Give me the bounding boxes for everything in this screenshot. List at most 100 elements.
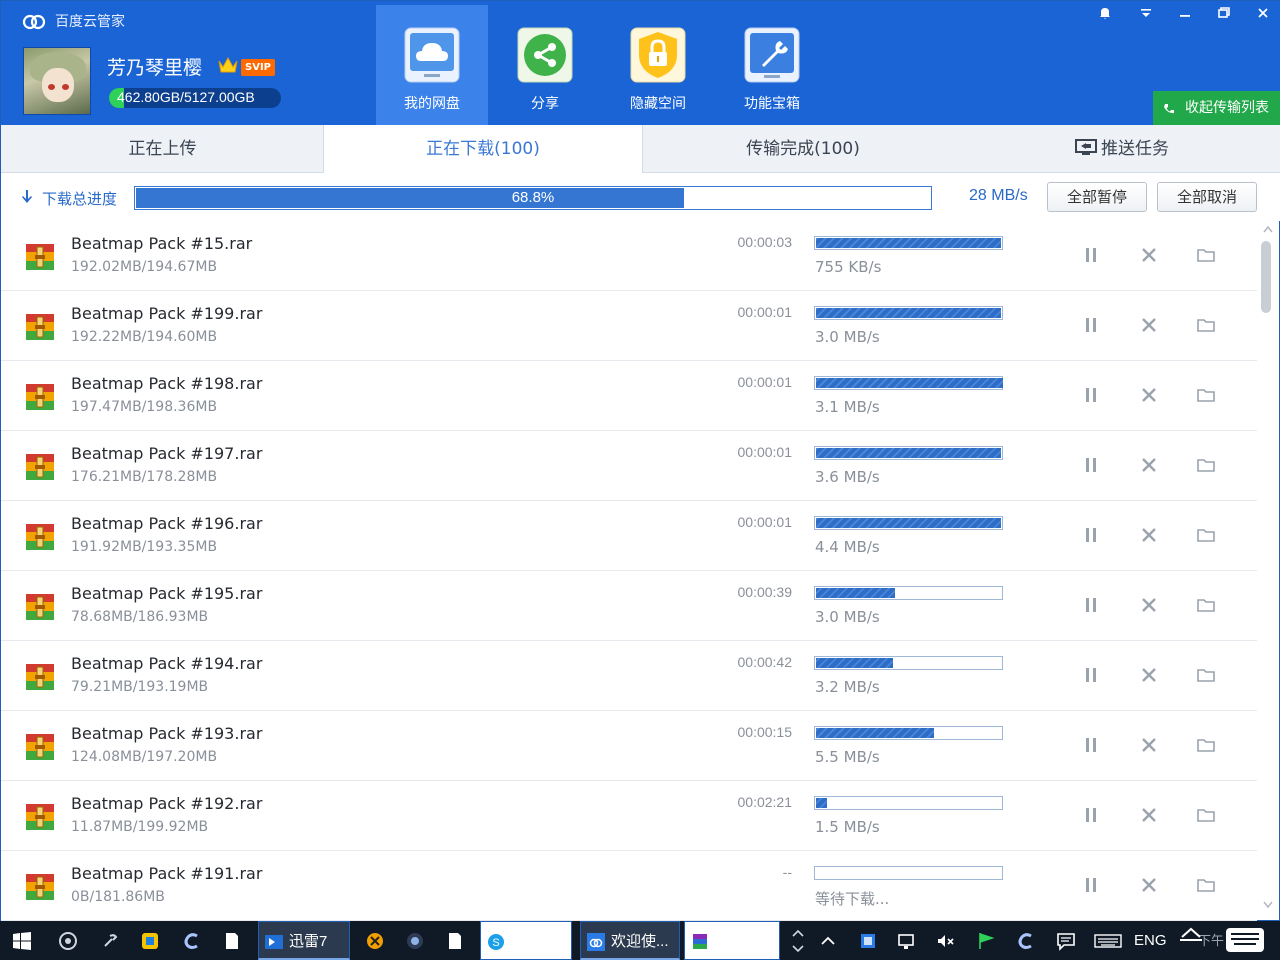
document-icon[interactable]	[445, 931, 465, 951]
file-icon[interactable]	[222, 931, 242, 951]
open-folder-icon[interactable]	[1196, 665, 1216, 685]
download-progress-bar	[814, 796, 1003, 810]
cancel-icon[interactable]	[1139, 385, 1159, 405]
tab-push-tasks-label: 推送任务	[1101, 139, 1169, 159]
download-row[interactable]: Beatmap Pack #197.rar 176.21MB/178.28MB …	[1, 431, 1257, 501]
download-progress-fill	[816, 378, 1003, 388]
download-progress-bar	[814, 376, 1003, 390]
open-folder-icon[interactable]	[1196, 735, 1216, 755]
baidu-cloud-small-icon[interactable]	[182, 931, 202, 951]
nav-tab-toolbox[interactable]: 功能宝箱	[716, 5, 828, 125]
cancel-icon[interactable]	[1139, 735, 1159, 755]
restore-icon[interactable]	[1206, 5, 1242, 27]
cancel-icon[interactable]	[1139, 875, 1159, 895]
baidu-cloud-app-icon	[587, 933, 605, 951]
clock-partial[interactable]: 下午	[1176, 921, 1224, 960]
collapse-transfer-list-button[interactable]: 收起传输列表	[1153, 91, 1280, 125]
taskbar-app-welcome[interactable]: 欢迎使...	[580, 921, 680, 960]
cancel-all-button[interactable]: 全部取消	[1157, 182, 1257, 212]
file-name: Beatmap Pack #191.rar	[71, 864, 263, 883]
pause-icon[interactable]	[1081, 245, 1101, 265]
pause-icon[interactable]	[1081, 385, 1101, 405]
nav-tab-my-drive[interactable]: 我的网盘	[376, 5, 488, 125]
cancel-icon[interactable]	[1139, 595, 1159, 615]
app-square-icon[interactable]	[140, 931, 160, 951]
download-progress-bar	[814, 586, 1003, 600]
taskbar-app-winrar[interactable]: WinRAR	[684, 921, 780, 960]
tab-downloading[interactable]: 正在下载(100)	[323, 125, 643, 174]
taskbar-app-xunlei[interactable]: 迅雷7	[258, 921, 350, 960]
action-center-icon[interactable]	[1056, 931, 1076, 951]
language-indicator[interactable]: ENG	[1134, 921, 1167, 960]
user-avatar[interactable]	[23, 47, 91, 115]
tab-completed[interactable]: 传输完成(100)	[643, 125, 963, 173]
network-icon[interactable]	[897, 931, 917, 951]
file-name: Beatmap Pack #198.rar	[71, 374, 263, 393]
taskbar-scroll-icon[interactable]	[788, 927, 808, 955]
flag-icon[interactable]	[976, 931, 996, 951]
tab-push-tasks[interactable]: 推送任务	[963, 125, 1280, 173]
open-folder-icon[interactable]	[1196, 525, 1216, 545]
open-folder-icon[interactable]	[1196, 245, 1216, 265]
windows-start-icon[interactable]	[12, 931, 32, 951]
pause-icon[interactable]	[1081, 805, 1101, 825]
nav-tab-hidden-space[interactable]: 隐藏空间	[602, 5, 714, 125]
game-icon[interactable]	[365, 931, 385, 951]
download-row[interactable]: Beatmap Pack #193.rar 124.08MB/197.20MB …	[1, 711, 1257, 781]
open-folder-icon[interactable]	[1196, 455, 1216, 475]
close-icon[interactable]	[1245, 5, 1280, 27]
open-folder-icon[interactable]	[1196, 595, 1216, 615]
volume-muted-icon[interactable]	[936, 931, 956, 951]
keyboard-icon[interactable]	[1094, 931, 1122, 951]
pause-all-button[interactable]: 全部暂停	[1047, 182, 1147, 212]
pause-icon[interactable]	[1081, 875, 1101, 895]
open-folder-icon[interactable]	[1196, 385, 1216, 405]
file-size: 11.87MB/199.92MB	[71, 819, 209, 835]
touch-keyboard-icon[interactable]	[1224, 925, 1266, 955]
open-folder-icon[interactable]	[1196, 875, 1216, 895]
download-row[interactable]: Beatmap Pack #195.rar 78.68MB/186.93MB 0…	[1, 571, 1257, 641]
open-folder-icon[interactable]	[1196, 805, 1216, 825]
tool-icon[interactable]	[100, 931, 120, 951]
browser-icon[interactable]	[58, 931, 78, 951]
pause-icon[interactable]	[1081, 595, 1101, 615]
download-row[interactable]: Beatmap Pack #191.rar 0B/181.86MB -- 等待下…	[1, 851, 1257, 921]
collapse-transfer-list-label: 收起传输列表	[1185, 100, 1269, 116]
scroll-down-arrow-icon[interactable]	[1261, 899, 1275, 911]
pause-icon[interactable]	[1081, 525, 1101, 545]
menu-dropdown-icon[interactable]	[1128, 5, 1164, 27]
show-hidden-icons-icon[interactable]	[818, 931, 838, 951]
tray-app-icon[interactable]	[858, 931, 878, 951]
download-row[interactable]: Beatmap Pack #192.rar 11.87MB/199.92MB 0…	[1, 781, 1257, 851]
cancel-icon[interactable]	[1139, 315, 1159, 335]
username[interactable]: 芳乃琴里樱	[107, 53, 202, 80]
download-row[interactable]: Beatmap Pack #15.rar 192.02MB/194.67MB 0…	[1, 221, 1257, 291]
media-icon[interactable]	[405, 931, 425, 951]
cancel-icon[interactable]	[1139, 665, 1159, 685]
archive-file-icon	[26, 244, 54, 270]
time-remaining: 00:00:03	[737, 234, 793, 250]
pause-icon[interactable]	[1081, 665, 1101, 685]
baidu-cloud-tray-icon[interactable]	[1016, 931, 1036, 951]
download-row[interactable]: Beatmap Pack #198.rar 197.47MB/198.36MB …	[1, 361, 1257, 431]
download-row[interactable]: Beatmap Pack #199.rar 192.22MB/194.60MB …	[1, 291, 1257, 361]
bell-icon[interactable]	[1087, 5, 1123, 27]
tab-uploading[interactable]: 正在上传	[1, 125, 324, 173]
file-name: Beatmap Pack #195.rar	[71, 584, 263, 603]
cancel-icon[interactable]	[1139, 245, 1159, 265]
storage-quota-text: 462.80GB/5127.00GB	[117, 89, 255, 105]
download-row[interactable]: Beatmap Pack #194.rar 79.21MB/193.19MB 0…	[1, 641, 1257, 711]
download-row[interactable]: Beatmap Pack #196.rar 191.92MB/193.35MB …	[1, 501, 1257, 571]
nav-tab-share[interactable]: 分享	[489, 5, 601, 125]
minimize-icon[interactable]	[1167, 5, 1203, 27]
cancel-icon[interactable]	[1139, 525, 1159, 545]
pause-icon[interactable]	[1081, 315, 1101, 335]
open-folder-icon[interactable]	[1196, 315, 1216, 335]
taskbar-app-skype[interactable]: S Skype...	[480, 921, 572, 960]
pause-icon[interactable]	[1081, 735, 1101, 755]
pause-icon[interactable]	[1081, 455, 1101, 475]
scroll-up-arrow-icon[interactable]	[1261, 223, 1275, 235]
cancel-icon[interactable]	[1139, 455, 1159, 475]
cancel-icon[interactable]	[1139, 805, 1159, 825]
scrollbar-thumb[interactable]	[1261, 241, 1271, 313]
